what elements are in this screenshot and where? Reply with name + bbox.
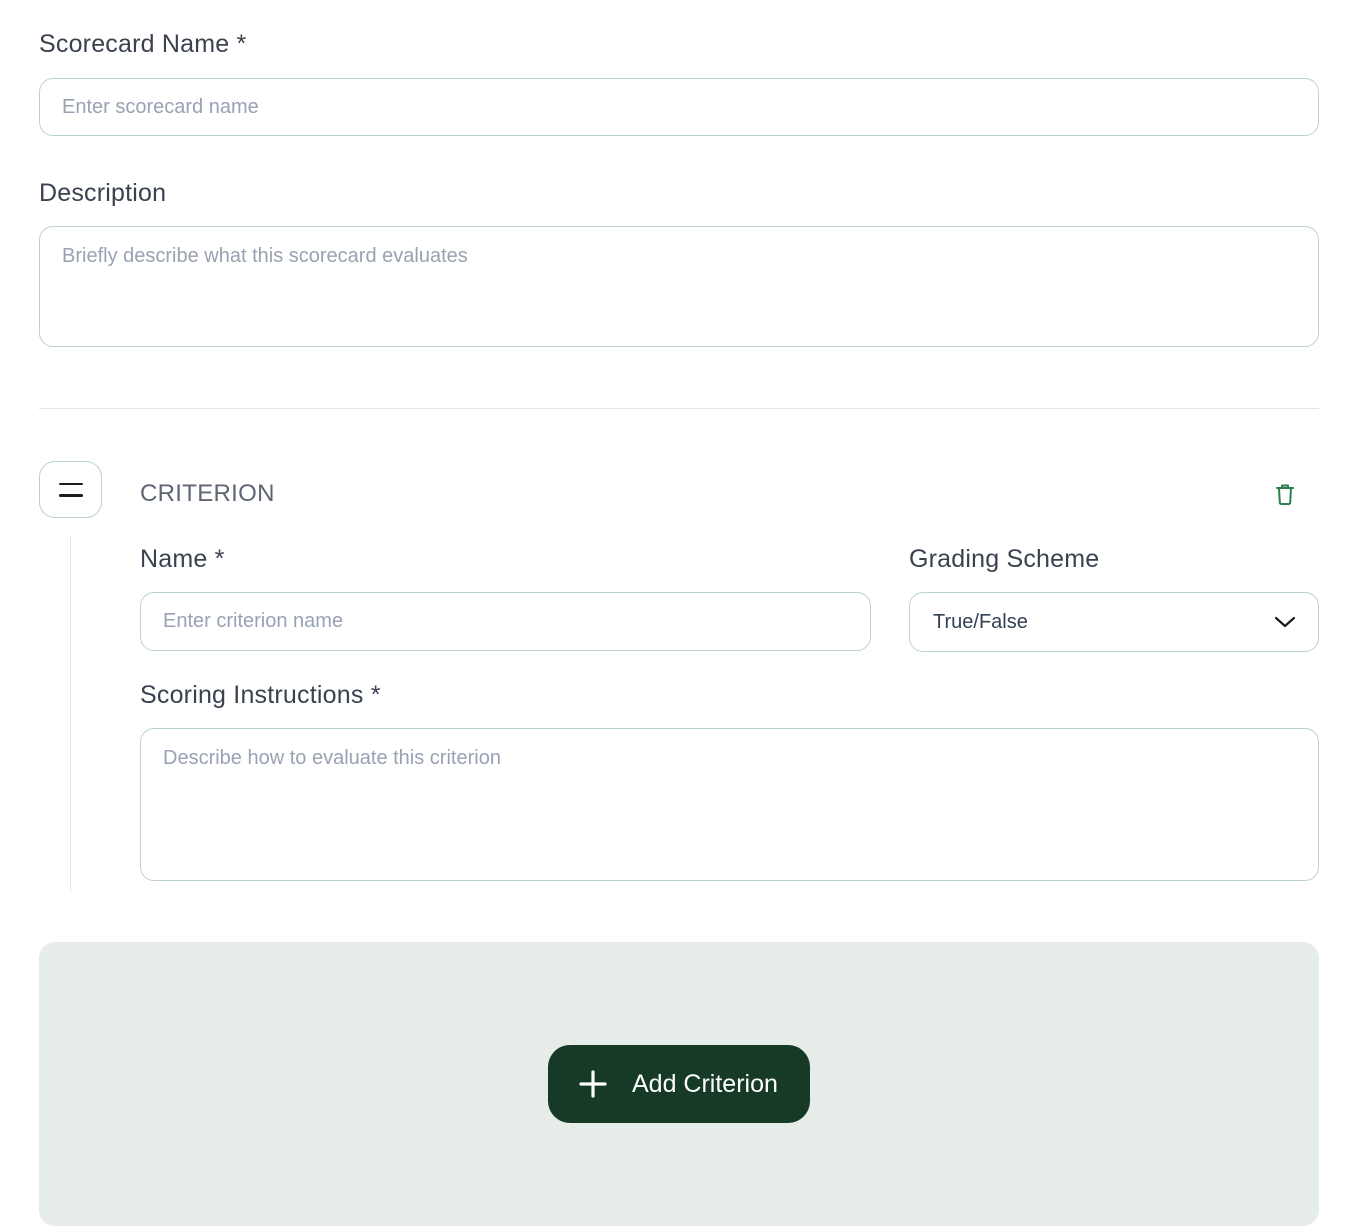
section-divider — [39, 408, 1319, 409]
grading-scheme-label: Grading Scheme — [909, 545, 1100, 573]
criterion-rail — [70, 535, 71, 891]
add-criterion-button[interactable]: Add Criterion — [548, 1045, 810, 1123]
criterion-heading: CRITERION — [140, 480, 275, 507]
drag-handle-icon — [58, 482, 83, 485]
trash-icon — [1276, 484, 1294, 505]
criterion-name-label: Name * — [140, 545, 225, 573]
description-textarea[interactable] — [39, 226, 1319, 347]
add-criterion-label: Add Criterion — [632, 1069, 778, 1098]
grading-scheme-value: True/False — [933, 610, 1028, 633]
delete-criterion-button[interactable] — [1270, 479, 1300, 509]
plus-icon — [579, 1070, 607, 1098]
criterion-name-input[interactable] — [140, 592, 871, 651]
scorecard-name-label: Scorecard Name * — [39, 30, 247, 58]
chevron-down-icon — [1274, 616, 1296, 628]
scoring-instructions-textarea[interactable] — [140, 728, 1319, 881]
scoring-instructions-label: Scoring Instructions * — [140, 681, 381, 709]
scorecard-name-input[interactable] — [39, 78, 1319, 136]
description-label: Description — [39, 179, 167, 207]
drag-handle-button[interactable] — [39, 461, 102, 518]
grading-scheme-select[interactable]: True/False — [909, 592, 1319, 652]
